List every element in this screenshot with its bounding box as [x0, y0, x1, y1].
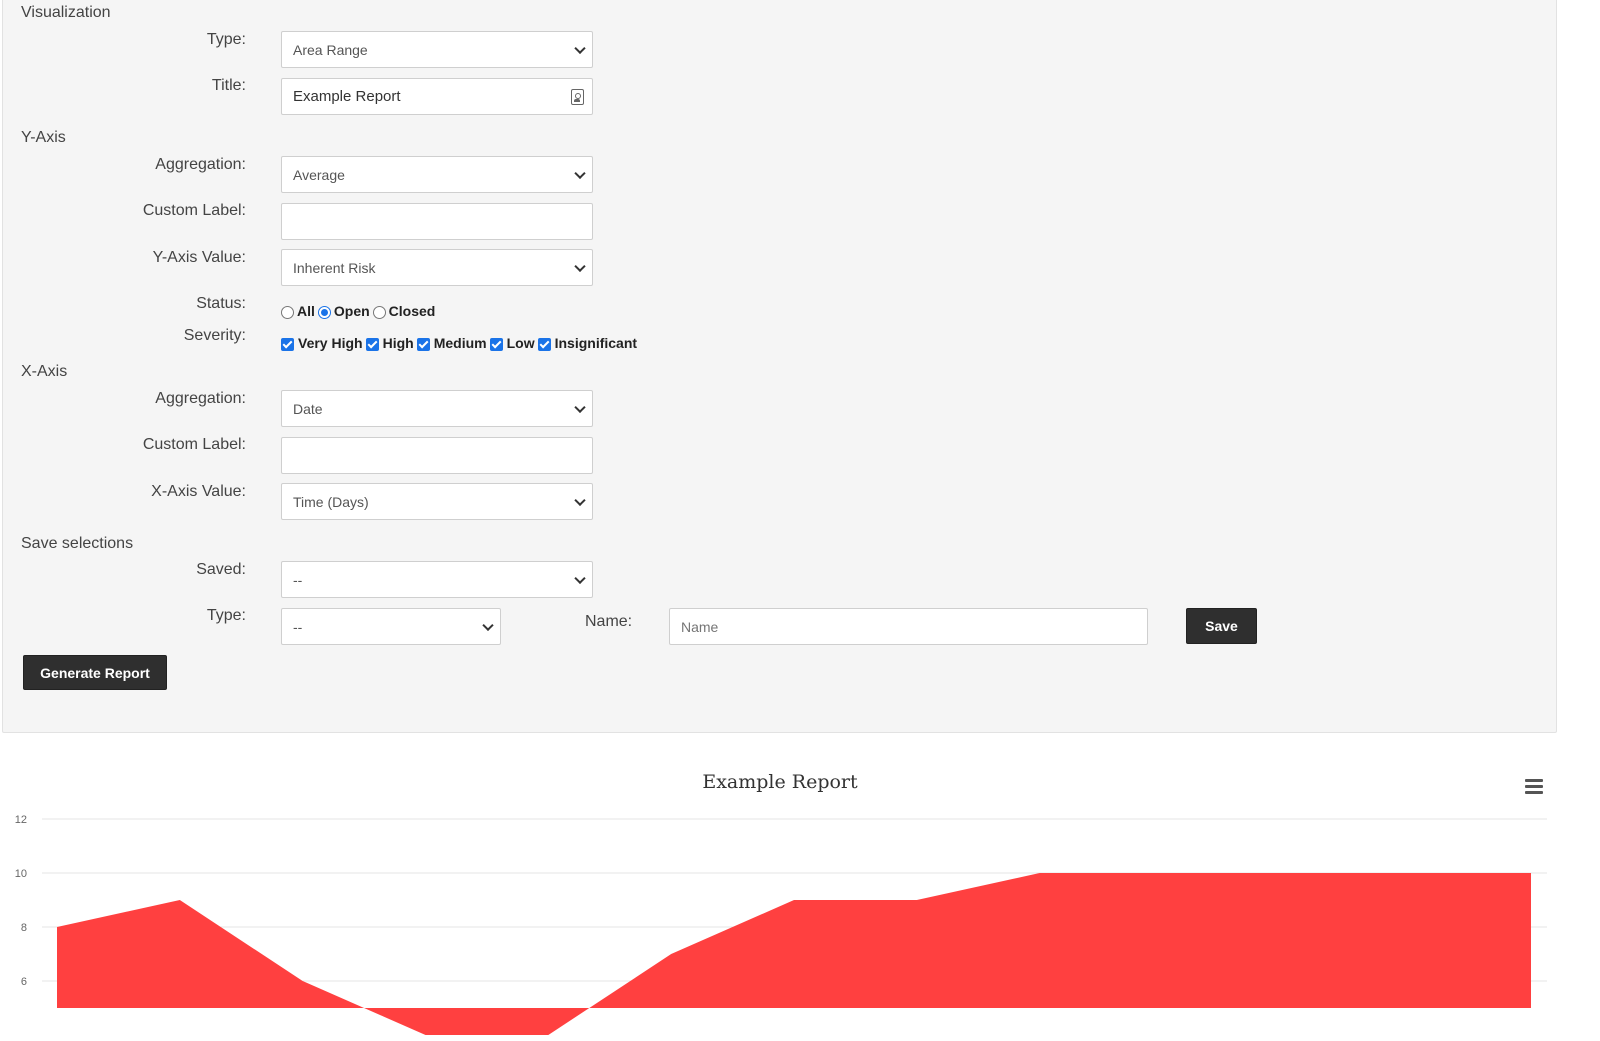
severity-label: Severity: [183, 327, 246, 344]
y-axis-section-title: Y-Axis [21, 129, 66, 146]
y-axis-value-select[interactable]: Inherent Risk [281, 249, 593, 286]
x-axis-value-select[interactable]: Time (Days) [281, 483, 593, 520]
chevron-down-icon [574, 260, 586, 272]
chevron-down-icon [574, 401, 586, 413]
severity-checkbox-high[interactable] [365, 338, 379, 351]
y-aggregation-label: Aggregation: [155, 156, 246, 173]
visualization-section-title: Visualization [21, 4, 111, 21]
generate-report-button[interactable]: Generate Report [23, 655, 167, 690]
title-label: Title: [211, 77, 246, 94]
chevron-down-icon [574, 42, 586, 54]
x-axis-section-title: X-Axis [21, 363, 68, 380]
saved-label: Saved: [196, 561, 246, 578]
chevron-down-icon [482, 619, 494, 631]
chevron-down-icon [574, 572, 586, 584]
status-option-label: Open [333, 302, 370, 319]
severity-option-label: Insignificant [554, 334, 638, 351]
chart-title: Example Report [702, 771, 858, 793]
y-tick-label: 6 [21, 976, 27, 988]
y-axis-value-label: Y-Axis Value: [152, 249, 246, 266]
status-option-label: All [297, 302, 315, 319]
title-input-value: Example Report [293, 88, 401, 105]
x-aggregation-select[interactable]: Date [281, 390, 593, 427]
chevron-down-icon [574, 494, 586, 506]
type-select-value: Area Range [293, 41, 368, 58]
title-input[interactable]: Example Report [281, 78, 593, 115]
hamburger-menu-icon[interactable] [1525, 779, 1543, 795]
y-custom-label-input[interactable] [281, 203, 593, 240]
x-aggregation-value: Date [293, 400, 323, 417]
x-axis-value-selected: Time (Days) [293, 493, 369, 510]
y-tick-label: 12 [15, 814, 27, 826]
x-custom-label-input[interactable] [281, 437, 593, 474]
chevron-down-icon [574, 167, 586, 179]
x-custom-label-label: Custom Label: [142, 436, 246, 453]
x-axis-value-label: X-Axis Value: [151, 483, 246, 500]
severity-checkbox-very-high[interactable] [281, 338, 294, 351]
save-button[interactable]: Save [1186, 608, 1257, 644]
save-type-label: Type: [206, 607, 246, 624]
status-radio-open[interactable] [317, 306, 331, 319]
saved-select-value: -- [293, 571, 303, 588]
save-type-value: -- [293, 618, 303, 635]
severity-option-label: Very High [298, 334, 363, 351]
severity-option-label: Low [506, 334, 535, 351]
save-selections-section-title: Save selections [21, 535, 134, 552]
y-tick-label: 10 [15, 868, 27, 880]
x-aggregation-label: Aggregation: [155, 390, 246, 407]
save-type-select[interactable]: -- [281, 608, 501, 645]
severity-checkbox-group: Very High High Medium Low Insignificant [281, 334, 640, 351]
contact-card-icon[interactable] [571, 89, 584, 105]
area-range-chart: 12 10 8 6 [15, 814, 1547, 1035]
severity-checkbox-low[interactable] [489, 338, 503, 351]
y-axis-value-selected: Inherent Risk [293, 259, 376, 276]
name-input[interactable] [669, 608, 1148, 645]
type-select[interactable]: Area Range [281, 31, 593, 68]
area-range-series[interactable] [57, 873, 1531, 1035]
y-axis-labels: 12 10 8 6 [15, 814, 27, 988]
status-radio-group: All Open Closed [281, 302, 438, 319]
y-tick-label: 8 [21, 922, 27, 934]
status-option-label: Closed [388, 302, 436, 319]
chart-series [57, 873, 1531, 1035]
y-aggregation-value: Average [293, 166, 345, 183]
status-radio-closed[interactable] [372, 306, 386, 319]
type-label: Type: [206, 31, 246, 48]
severity-option-label: Medium [433, 334, 487, 351]
severity-option-label: High [382, 334, 414, 351]
saved-select[interactable]: -- [281, 561, 593, 598]
severity-checkbox-insignificant[interactable] [537, 338, 551, 351]
name-label: Name: [585, 613, 633, 630]
status-label: Status: [196, 295, 246, 312]
y-aggregation-select[interactable]: Average [281, 156, 593, 193]
status-radio-all[interactable] [281, 306, 294, 319]
y-custom-label-label: Custom Label: [142, 202, 246, 219]
severity-checkbox-medium[interactable] [416, 338, 430, 351]
